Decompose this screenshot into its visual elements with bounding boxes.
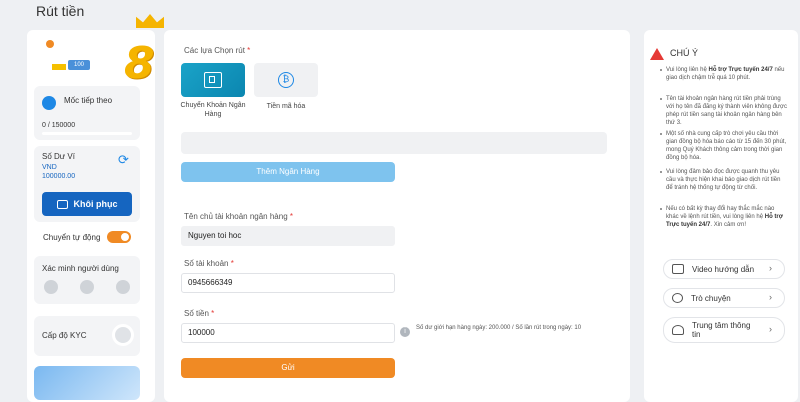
milestone-icon xyxy=(42,96,56,110)
amount-field[interactable]: 100000 xyxy=(181,323,395,343)
balance-label: Số Dư Ví xyxy=(42,152,75,161)
notice-item: Nếu có bất kỳ thay đổi hay thắc mắc nào … xyxy=(660,205,788,229)
chat-button[interactable]: Trò chuyện › xyxy=(663,288,785,308)
wallet-icon xyxy=(56,199,68,209)
video-guide-label: Video hướng dẫn xyxy=(692,264,755,274)
logo-coin-icon xyxy=(46,40,54,48)
promo-banner[interactable] xyxy=(34,366,140,400)
holder-name-field[interactable]: Nguyen toi hoc xyxy=(181,226,395,246)
restore-label: Khôi phục xyxy=(73,199,118,209)
video-icon xyxy=(672,264,684,274)
verify-card: Xác minh người dùng xyxy=(34,256,140,304)
limit-note: Số dư giới hạn hàng ngày: 200.000 / Số l… xyxy=(416,325,582,331)
logo-badge: 100 xyxy=(68,60,90,70)
id-verify-icon[interactable] xyxy=(116,280,130,294)
method-label: Các lựa Chọn rút * xyxy=(184,46,251,55)
info-center-icon xyxy=(672,325,684,335)
account-label: Số tài khoản * xyxy=(184,259,234,268)
info-center-button[interactable]: Trung tâm thông tin › xyxy=(663,317,785,343)
bank-icon xyxy=(204,72,222,88)
page-title: Rút tiền xyxy=(36,3,85,19)
brand-logo: 100 8 xyxy=(40,14,170,89)
kyc-label: Cấp độ KYC xyxy=(42,331,87,340)
auto-transfer-toggle[interactable] xyxy=(107,231,131,243)
restore-button[interactable]: Khôi phục xyxy=(42,192,132,216)
refresh-icon[interactable]: ⟳ xyxy=(118,152,129,168)
auto-transfer-label: Chuyển tự động xyxy=(43,233,101,242)
milestone-card: Mốc tiếp theo 0 / 150000 xyxy=(34,86,140,140)
info-icon: i xyxy=(400,327,410,337)
method-crypto-label: Tiền mã hóa xyxy=(266,103,306,110)
chat-label: Trò chuyện xyxy=(691,293,731,303)
crown-icon xyxy=(136,14,164,28)
balance-currency: VND xyxy=(42,164,57,171)
holder-label: Tên chủ tài khoản ngân hàng * xyxy=(184,212,293,221)
milestone-progress-bar xyxy=(42,132,132,135)
account-number-field[interactable]: 0945666349 xyxy=(181,273,395,293)
logo-brand-char: 8 xyxy=(124,38,155,89)
notice-item: Vui lòng liên hệ Hỗ trợ Trực tuyến 24/7 … xyxy=(660,66,788,82)
amount-label: Số tiền * xyxy=(184,309,215,318)
logo-stripe-icon xyxy=(52,64,66,70)
user-verify-icon[interactable] xyxy=(44,280,58,294)
notice-item: Vui lòng đảm bảo đọc được quanh thu yêu … xyxy=(660,168,788,192)
method-bank-label: Chuyển Khoản Ngân Hàng xyxy=(180,102,246,118)
crypto-icon: ₿ xyxy=(278,72,294,88)
kyc-card: Cấp độ KYC xyxy=(34,316,140,356)
chevron-right-icon: › xyxy=(769,292,772,302)
phone-verify-icon[interactable] xyxy=(80,280,94,294)
notice-item: Tên tài khoản ngân hàng rút tiền phải tr… xyxy=(660,95,788,127)
notice-item: Một số nhà cung cấp trò chơi yêu cầu thờ… xyxy=(660,130,788,162)
milestone-label: Mốc tiếp theo xyxy=(64,96,113,105)
submit-button[interactable]: Gửi xyxy=(181,358,395,378)
milestone-progress: 0 / 150000 xyxy=(42,122,76,129)
chevron-right-icon: › xyxy=(769,324,772,334)
method-crypto[interactable]: ₿ xyxy=(254,63,318,97)
method-bank-transfer[interactable] xyxy=(181,63,245,97)
notice-title: CHÚ Ý xyxy=(670,48,699,58)
video-guide-button[interactable]: Video hướng dẫn › xyxy=(663,259,785,279)
chevron-right-icon: › xyxy=(769,263,772,273)
bank-select-bar[interactable] xyxy=(181,132,607,154)
info-center-label: Trung tâm thông tin xyxy=(692,321,751,339)
chat-icon xyxy=(672,293,683,303)
balance-amount: 100000.00 xyxy=(42,173,76,180)
balance-card: Số Dư Ví ⟳ VND 100000.00 Khôi phục xyxy=(34,146,140,222)
add-bank-button[interactable]: Thêm Ngân Hàng xyxy=(181,162,395,182)
kyc-level-icon xyxy=(112,324,134,346)
verify-label: Xác minh người dùng xyxy=(42,264,119,273)
